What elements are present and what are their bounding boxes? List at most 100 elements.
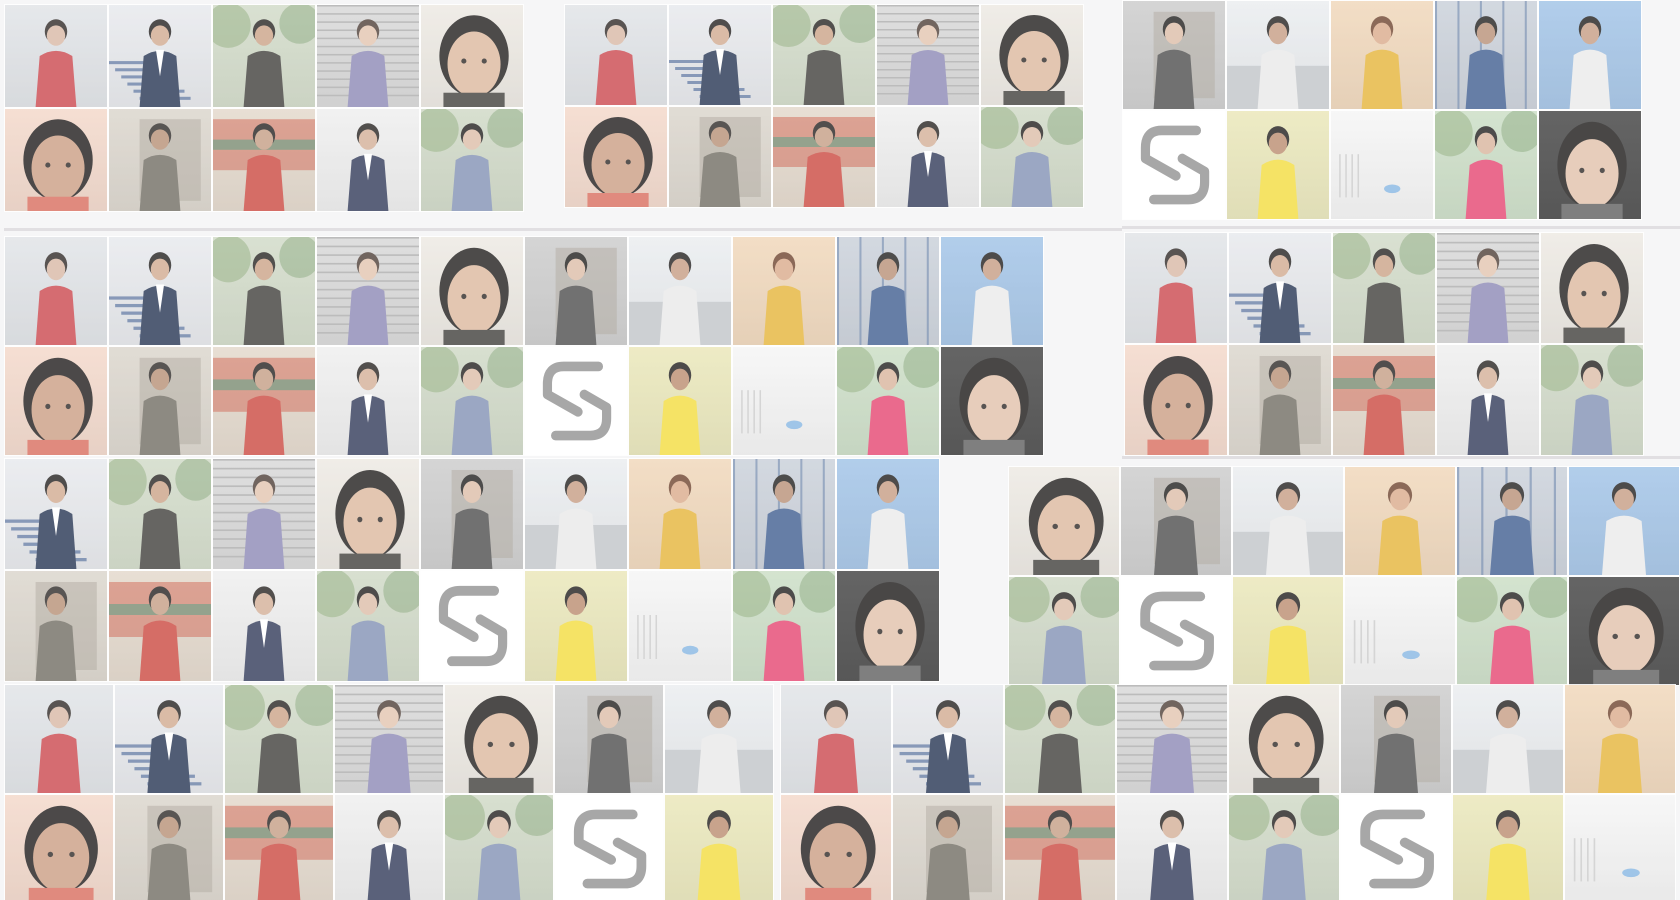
profile-photo-white-fence-blur: [628, 570, 732, 682]
profile-photo-woman-shutter-wall: [876, 4, 980, 106]
profile-photo-woman-trees: [420, 108, 524, 212]
profile-photo-man-scaffold: [1456, 466, 1568, 576]
profile-photo-woman-pink-scooters: [836, 346, 940, 456]
profile-photo-woman-shutter-wall: [316, 4, 420, 108]
sk-logo-icon: [420, 570, 524, 682]
profile-photo-woman-closeup-dark: [1538, 110, 1642, 220]
profile-photo-woman-trees: [316, 570, 420, 682]
profile-photo-man-scaffold: [836, 236, 940, 346]
panel-top-right: [1122, 0, 1642, 220]
profile-photo-woman-trees: [420, 346, 524, 456]
profile-photo-man-closeup-tilted: [444, 684, 554, 794]
profile-photo-man-closeup-tilted: [420, 236, 524, 346]
photo-collage-wall: [0, 0, 1680, 900]
profile-photo-man-yellow-shirt: [524, 570, 628, 682]
profile-photo-woman-trees: [980, 106, 1084, 208]
profile-photo-woman-yellow-dress: [1564, 684, 1676, 794]
profile-photo-man-portrait-orange: [564, 106, 668, 208]
profile-photo-woman-closeup-dark: [1568, 576, 1680, 686]
profile-photo-man-garden-selfie: [1332, 232, 1436, 344]
panel-top-mid: [564, 4, 1084, 208]
profile-photo-woman-trees: [1540, 344, 1644, 456]
profile-photo-man-sky-checkered: [836, 458, 940, 570]
profile-photo-woman-shutter-wall: [212, 458, 316, 570]
profile-photo-woman-stone-wall: [554, 684, 664, 794]
panel-divider: [4, 228, 1122, 231]
profile-photo-man-portrait-orange: [780, 794, 892, 900]
profile-photo-woman-shutter-wall: [334, 684, 444, 794]
profile-photo-man-suit-stairs: [114, 684, 224, 794]
profile-photo-man-road: [628, 236, 732, 346]
profile-photo-man-suit-stairs: [4, 458, 108, 570]
panel-mid-right: [1124, 232, 1644, 456]
panel-divider: [1122, 226, 1680, 229]
profile-photo-man-portrait-orange: [4, 794, 114, 900]
profile-photo-woman-shutter-wall: [1436, 232, 1540, 344]
profile-photo-man-closeup-tilted: [1228, 684, 1340, 794]
profile-photo-man-portrait-orange: [4, 346, 108, 456]
profile-photo-man-scaffold: [1434, 0, 1538, 110]
profile-photo-man-suit-standing: [212, 570, 316, 682]
profile-photo-woman-trees: [444, 794, 554, 900]
profile-photo-man-suit-standing: [876, 106, 980, 208]
profile-photo-man-suit-standing: [316, 108, 420, 212]
profile-photo-woman-stone-wall: [1122, 0, 1226, 110]
profile-photo-man-closeup-tilted: [1008, 466, 1120, 576]
sk-logo-icon: [1122, 110, 1226, 220]
profile-photo-white-fence-blur: [1564, 794, 1676, 900]
panel-top-left: [4, 4, 524, 212]
profile-photo-man-sky-checkered: [940, 236, 1044, 346]
profile-photo-white-fence-blur: [1344, 576, 1456, 686]
profile-photo-woman-closeup-dark: [836, 570, 940, 682]
profile-photo-woman-stone-wall: [1340, 684, 1452, 794]
profile-photo-woman-pink-scooters: [732, 570, 836, 682]
profile-photo-man-garden-selfie: [212, 4, 316, 108]
profile-photo-man-portrait-orange: [4, 108, 108, 212]
profile-photo-man-closeup-tilted: [316, 458, 420, 570]
profile-photo-woman-shutter-wall: [1116, 684, 1228, 794]
profile-photo-man-closeup-tilted: [1540, 232, 1644, 344]
profile-photo-woman-pink-scooters: [1434, 110, 1538, 220]
profile-photo-man-suit-stairs: [1228, 232, 1332, 344]
profile-photo-woman-yellow-dress: [1344, 466, 1456, 576]
profile-photo-man-old-building: [668, 106, 772, 208]
profile-photo-woman-stone-wall: [420, 458, 524, 570]
profile-photo-woman-shutter-wall: [316, 236, 420, 346]
profile-photo-man-selfie-balcony: [4, 4, 108, 108]
profile-photo-man-road: [1232, 466, 1344, 576]
profile-photo-man-sky-checkered: [1568, 466, 1680, 576]
profile-photo-man-closeup-tilted: [980, 4, 1084, 106]
profile-photo-man-selfie-balcony: [4, 684, 114, 794]
profile-photo-man-yellow-shirt: [1226, 110, 1330, 220]
profile-photo-man-colorful-bus: [224, 794, 334, 900]
panel-divider: [1122, 456, 1680, 459]
sk-logo-icon: [1340, 794, 1452, 900]
profile-photo-man-garden-selfie: [772, 4, 876, 106]
sk-logo-icon: [554, 794, 664, 900]
profile-photo-woman-yellow-dress: [732, 236, 836, 346]
profile-photo-man-colorful-bus: [212, 346, 316, 456]
panel-row3-right: [1008, 466, 1680, 686]
panel-bottom-right: [780, 684, 1676, 900]
profile-photo-man-yellow-shirt: [628, 346, 732, 456]
profile-photo-woman-stone-wall: [524, 236, 628, 346]
profile-photo-man-road: [664, 684, 774, 794]
profile-photo-man-suit-stairs: [108, 236, 212, 346]
profile-photo-man-selfie-balcony: [780, 684, 892, 794]
profile-photo-man-suit-stairs: [108, 4, 212, 108]
profile-photo-man-garden-selfie: [224, 684, 334, 794]
profile-photo-white-fence-blur: [1330, 110, 1434, 220]
profile-photo-man-suit-standing: [1116, 794, 1228, 900]
profile-photo-woman-pink-scooters: [1456, 576, 1568, 686]
profile-photo-woman-yellow-dress: [628, 458, 732, 570]
profile-photo-man-suit-standing: [334, 794, 444, 900]
profile-photo-man-colorful-bus: [108, 570, 212, 682]
profile-photo-woman-trees: [1228, 794, 1340, 900]
profile-photo-man-colorful-bus: [772, 106, 876, 208]
profile-photo-man-garden-selfie: [108, 458, 212, 570]
profile-photo-man-old-building: [108, 346, 212, 456]
profile-photo-man-scaffold: [732, 458, 836, 570]
panel-mid-left: [4, 236, 1044, 456]
profile-photo-man-road: [1226, 0, 1330, 110]
profile-photo-man-selfie-balcony: [1124, 232, 1228, 344]
